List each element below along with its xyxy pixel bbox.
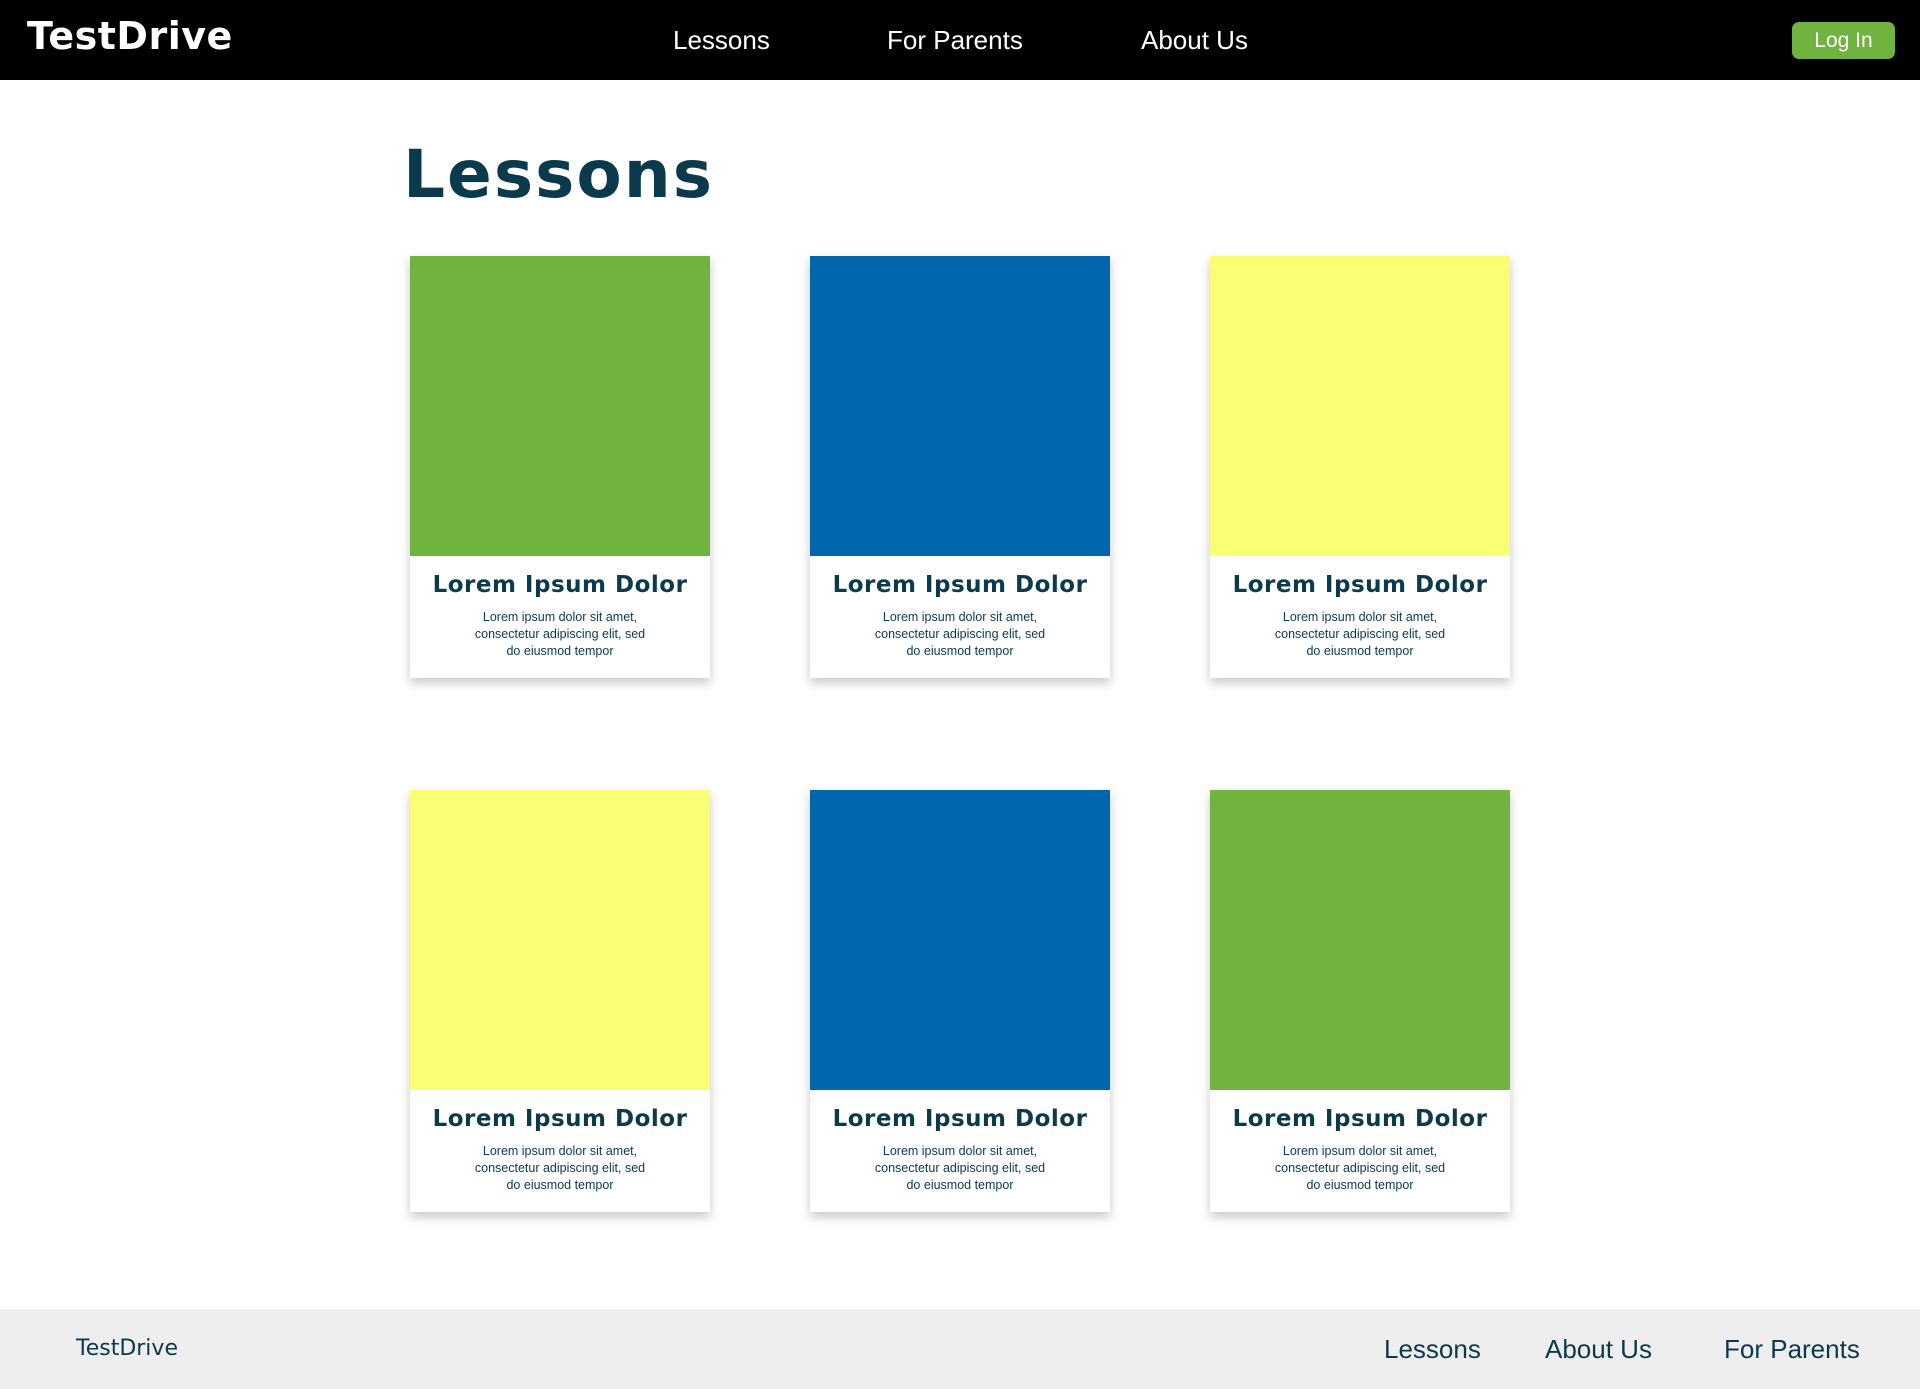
lesson-card[interactable]: Lorem Ipsum Dolor Lorem ipsum dolor sit … <box>810 790 1110 1212</box>
page-title: Lessons <box>403 136 714 213</box>
footer-link-for-parents[interactable]: For Parents <box>1724 1331 1860 1367</box>
footer-brand[interactable]: TestDrive <box>76 1333 178 1365</box>
main-nav: Lessons For Parents About Us <box>0 22 1920 58</box>
lesson-card-image <box>410 790 710 1090</box>
top-navigation-bar: TestDrive Lessons For Parents About Us L… <box>0 0 1920 80</box>
lesson-card-title: Lorem Ipsum Dolor <box>1232 572 1488 598</box>
lesson-card-image <box>810 790 1110 1090</box>
lesson-card-image <box>410 256 710 556</box>
footer-link-about-us[interactable]: About Us <box>1545 1331 1652 1367</box>
lesson-card-image <box>810 256 1110 556</box>
lesson-card-image <box>1210 790 1510 1090</box>
footer-link-lessons[interactable]: Lessons <box>1384 1331 1481 1367</box>
nav-link-for-parents[interactable]: For Parents <box>887 22 1023 58</box>
login-button[interactable]: Log In <box>1792 22 1895 59</box>
lesson-card-description: Lorem ipsum dolor sit amet, consectetur … <box>1274 610 1446 658</box>
lesson-card-description: Lorem ipsum dolor sit amet, consectetur … <box>1274 1144 1446 1192</box>
lesson-card-image <box>1210 256 1510 556</box>
lesson-card[interactable]: Lorem Ipsum Dolor Lorem ipsum dolor sit … <box>410 256 710 678</box>
lesson-card-description: Lorem ipsum dolor sit amet, consectetur … <box>874 610 1046 658</box>
footer: TestDrive Lessons About Us For Parents <box>0 1309 1920 1389</box>
lesson-card[interactable]: Lorem Ipsum Dolor Lorem ipsum dolor sit … <box>410 790 710 1212</box>
lesson-card-title: Lorem Ipsum Dolor <box>832 572 1088 598</box>
nav-link-about-us[interactable]: About Us <box>1141 22 1248 58</box>
lesson-card-title: Lorem Ipsum Dolor <box>432 572 688 598</box>
lesson-card-description: Lorem ipsum dolor sit amet, consectetur … <box>474 610 646 658</box>
lesson-card-title: Lorem Ipsum Dolor <box>1232 1106 1488 1132</box>
lesson-card-title: Lorem Ipsum Dolor <box>432 1106 688 1132</box>
lesson-card[interactable]: Lorem Ipsum Dolor Lorem ipsum dolor sit … <box>1210 256 1510 678</box>
lesson-card-title: Lorem Ipsum Dolor <box>832 1106 1088 1132</box>
lesson-card[interactable]: Lorem Ipsum Dolor Lorem ipsum dolor sit … <box>810 256 1110 678</box>
nav-link-lessons[interactable]: Lessons <box>673 22 770 58</box>
lesson-card-description: Lorem ipsum dolor sit amet, consectetur … <box>874 1144 1046 1192</box>
lesson-card[interactable]: Lorem Ipsum Dolor Lorem ipsum dolor sit … <box>1210 790 1510 1212</box>
lesson-card-description: Lorem ipsum dolor sit amet, consectetur … <box>474 1144 646 1192</box>
